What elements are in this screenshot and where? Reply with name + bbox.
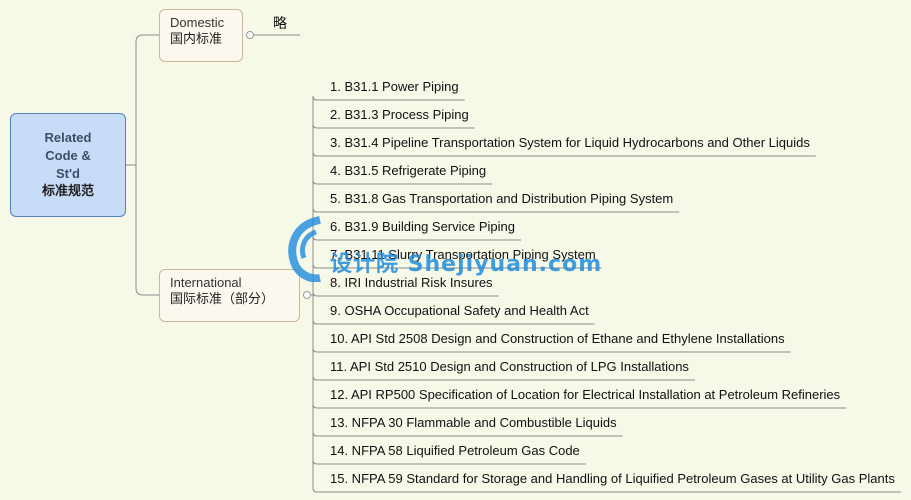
standard-item-connector (312, 487, 901, 493)
standard-item[interactable]: 12. API RP500 Specification of Location … (330, 387, 840, 403)
standard-item-connector (312, 431, 623, 437)
standard-item[interactable]: 2. B31.3 Process Piping (330, 107, 469, 123)
root-node[interactable]: Related Code & St'd 标准规范 (10, 113, 126, 217)
watermark-logo-icon (288, 216, 322, 282)
standard-item-connector (312, 235, 522, 241)
domestic-collapse-toggle[interactable] (246, 31, 254, 39)
standard-item[interactable]: 13. NFPA 30 Flammable and Combustible Li… (330, 415, 617, 431)
standard-item[interactable]: 4. B31.5 Refrigerate Piping (330, 163, 486, 179)
domestic-label-en: Domestic (170, 15, 225, 30)
standard-item[interactable]: 6. B31.9 Building Service Piping (330, 219, 515, 235)
international-node[interactable]: International 国际标准（部分） (159, 269, 300, 322)
root-to-international-connector (135, 165, 159, 296)
root-label-line3: St'd (55, 166, 81, 181)
standard-item-connector (312, 319, 595, 325)
standard-item-connector (312, 95, 465, 101)
root-label-line1: Related (44, 130, 92, 145)
standard-item-connector (312, 375, 695, 381)
standard-item-connector (312, 403, 847, 409)
standard-item-connector (312, 151, 816, 157)
standard-item[interactable]: 10. API Std 2508 Design and Construction… (330, 331, 785, 347)
international-collapse-toggle[interactable] (303, 291, 311, 299)
standard-item[interactable]: 14. NFPA 58 Liquified Petroleum Gas Code (330, 443, 580, 459)
standard-item[interactable]: 5. B31.8 Gas Transportation and Distribu… (330, 191, 673, 207)
standard-item[interactable]: 9. OSHA Occupational Safety and Health A… (330, 303, 589, 319)
domestic-node[interactable]: Domestic 国内标准 (159, 9, 243, 62)
standard-item[interactable]: 3. B31.4 Pipeline Transportation System … (330, 135, 810, 151)
domestic-note: 略 (273, 16, 287, 32)
standard-item[interactable]: 11. API Std 2510 Design and Construction… (330, 359, 689, 375)
international-label-cn: 国际标准（部分） (170, 292, 275, 307)
standard-item-connector (312, 179, 493, 185)
standard-item-connector (312, 207, 680, 213)
standard-item[interactable]: 15. NFPA 59 Standard for Storage and Han… (330, 471, 895, 487)
root-to-domestic-connector (126, 34, 159, 166)
standard-item-connector (312, 291, 499, 297)
root-label-line4: 标准规范 (41, 184, 94, 199)
domestic-label-cn: 国内标准 (170, 32, 223, 47)
standard-item-connector (312, 347, 791, 353)
root-label-line2: Code & (45, 148, 91, 163)
watermark-text: 设计院 Shejiyuan.com (330, 252, 603, 277)
standard-item[interactable]: 1. B31.1 Power Piping (330, 79, 459, 95)
standard-item-connector (312, 123, 475, 129)
international-label-en: International (170, 275, 242, 290)
standard-item-connector (312, 459, 586, 465)
